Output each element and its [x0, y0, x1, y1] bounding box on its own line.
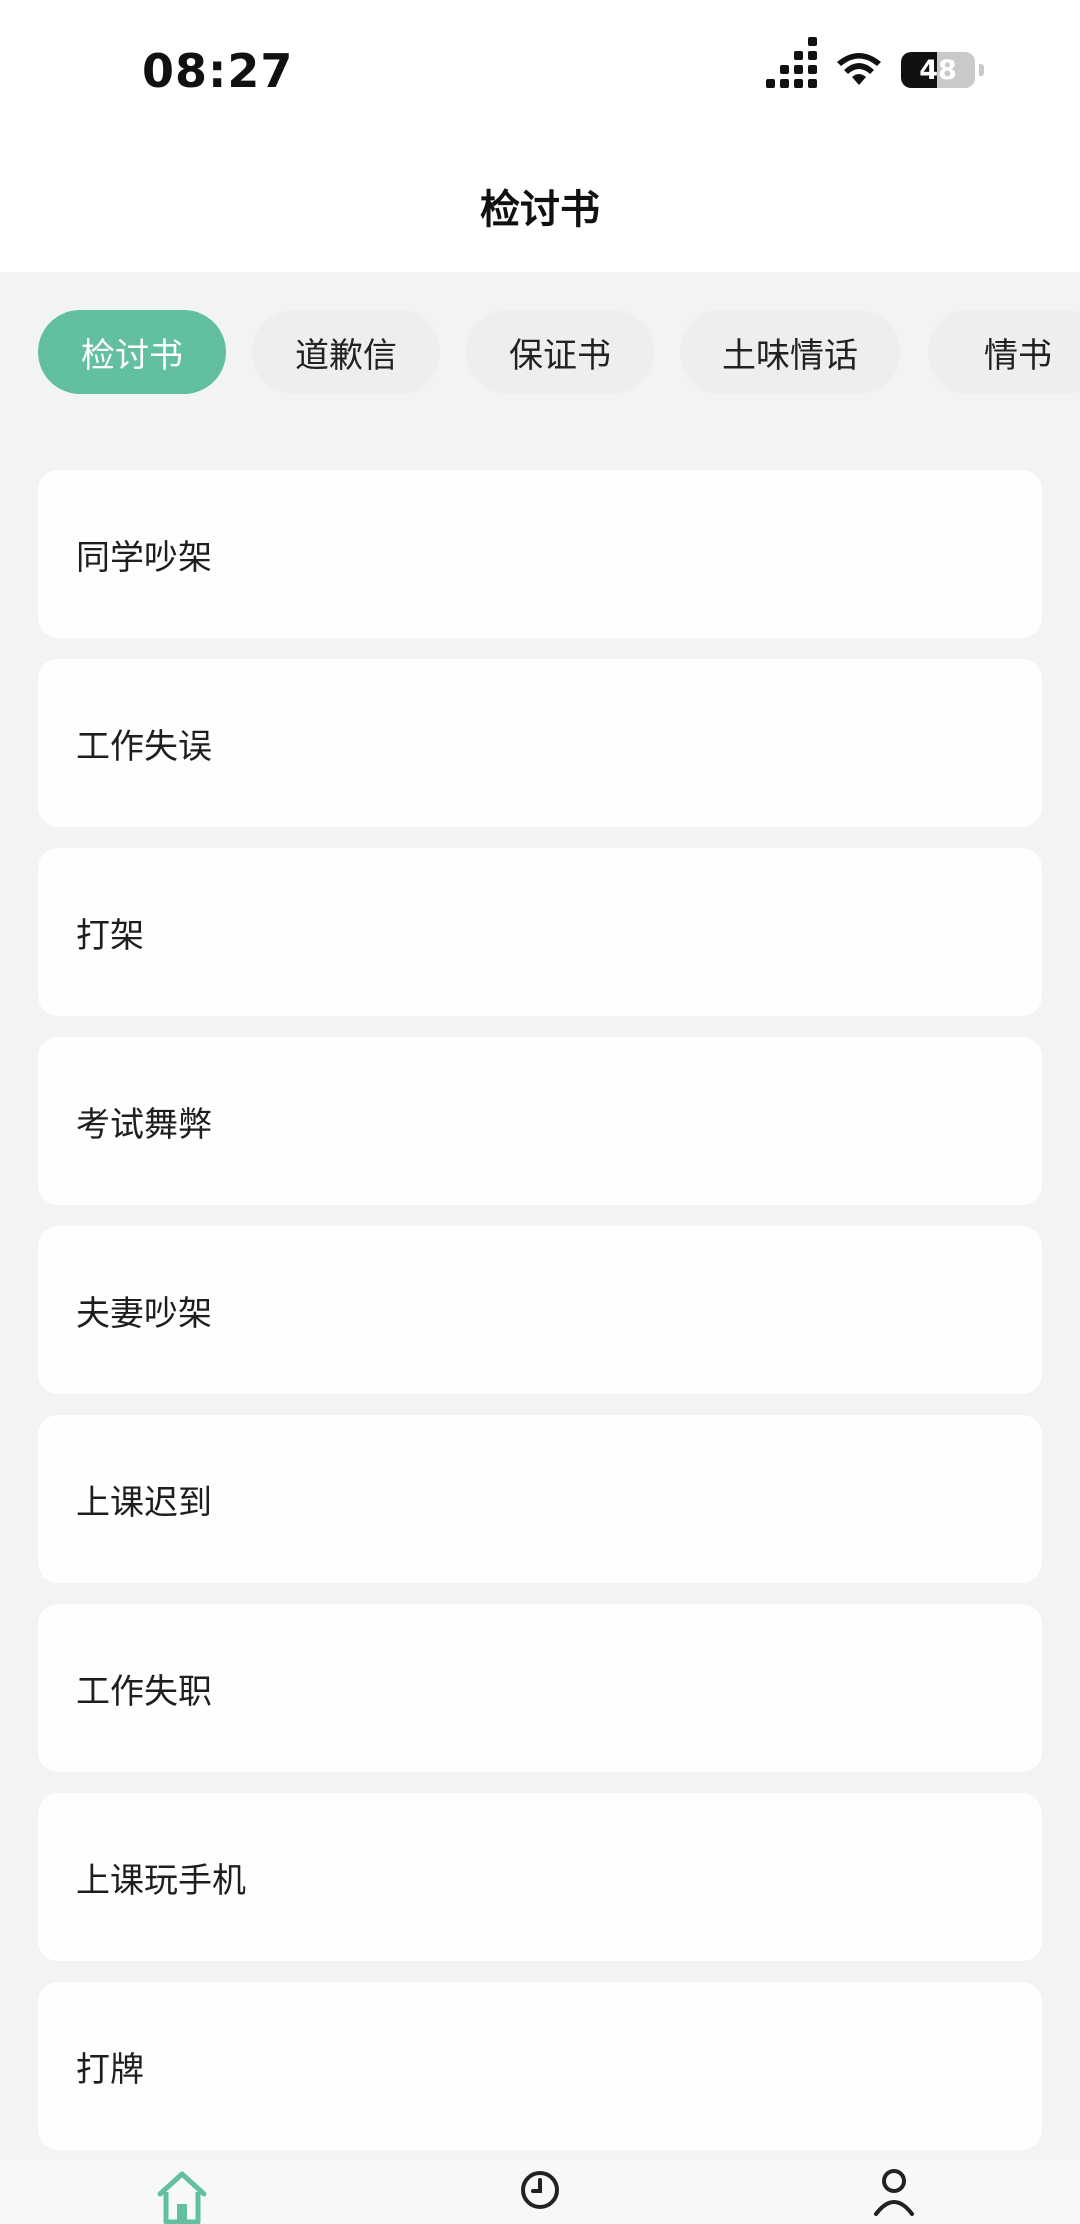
status-icons: 48 — [766, 37, 984, 88]
list-item[interactable]: 打架 — [38, 848, 1042, 1016]
tab-label: 土味情话 — [722, 335, 858, 376]
tab-tuweiqinghua[interactable]: 土味情话 — [680, 310, 900, 394]
tab-label: 保证书 — [509, 335, 611, 376]
battery-tip — [979, 64, 984, 76]
list-item-label: 同学吵架 — [76, 537, 212, 578]
list-item-label: 工作失误 — [76, 726, 212, 767]
status-bar: 08:27 48 — [0, 0, 1080, 140]
list-item[interactable]: 上课迟到 — [38, 1415, 1042, 1583]
tab-qingshu[interactable]: 情书 — [928, 310, 1080, 394]
status-time: 08:27 — [142, 44, 294, 98]
tab-label: 检讨书 — [81, 335, 183, 376]
list-item[interactable]: 打牌 — [38, 1982, 1042, 2150]
list-item[interactable]: 工作失误 — [38, 659, 1042, 827]
list-item-label: 打牌 — [76, 2049, 144, 2090]
tab-baozhengshu[interactable]: 保证书 — [466, 310, 654, 394]
bottom-nav — [0, 2160, 1080, 2224]
page-title: 检讨书 — [480, 187, 600, 233]
list-item-label: 打架 — [76, 915, 144, 956]
list-item[interactable]: 考试舞弊 — [38, 1037, 1042, 1205]
signal-icon — [766, 37, 817, 88]
list-item[interactable]: 上课玩手机 — [38, 1793, 1042, 1961]
tab-jiantaoshu[interactable]: 检讨书 — [38, 310, 226, 394]
list-item-label: 工作失职 — [76, 1671, 212, 1712]
category-tabs[interactable]: 检讨书 道歉信 保证书 土味情话 情书 — [0, 272, 1080, 432]
list-item[interactable]: 工作失职 — [38, 1604, 1042, 1772]
tab-daoqianxin[interactable]: 道歉信 — [252, 310, 440, 394]
list-item-label: 上课玩手机 — [76, 1860, 246, 1901]
list-item-label: 上课迟到 — [76, 1482, 212, 1523]
user-icon[interactable] — [872, 2168, 916, 2224]
wifi-icon — [837, 53, 881, 85]
home-icon[interactable] — [154, 2168, 210, 2224]
list-item-label: 考试舞弊 — [76, 1104, 212, 1145]
clock-icon[interactable] — [518, 2168, 562, 2212]
battery-icon: 48 — [901, 52, 975, 88]
tab-label: 道歉信 — [295, 335, 397, 376]
header: 检讨书 — [0, 140, 1080, 272]
battery-level: 48 — [919, 54, 957, 86]
list-item[interactable]: 夫妻吵架 — [38, 1226, 1042, 1394]
list-item[interactable]: 同学吵架 — [38, 470, 1042, 638]
list-item-label: 夫妻吵架 — [76, 1293, 212, 1334]
screen: 08:27 48 检讨书 检讨书 道歉信 保证书 土味情话 情书 同学吵架 工作… — [0, 0, 1080, 2224]
topic-list: 同学吵架 工作失误 打架 考试舞弊 夫妻吵架 上课迟到 工作失职 上课玩手机 打… — [38, 470, 1042, 2171]
tab-label: 情书 — [984, 335, 1052, 376]
